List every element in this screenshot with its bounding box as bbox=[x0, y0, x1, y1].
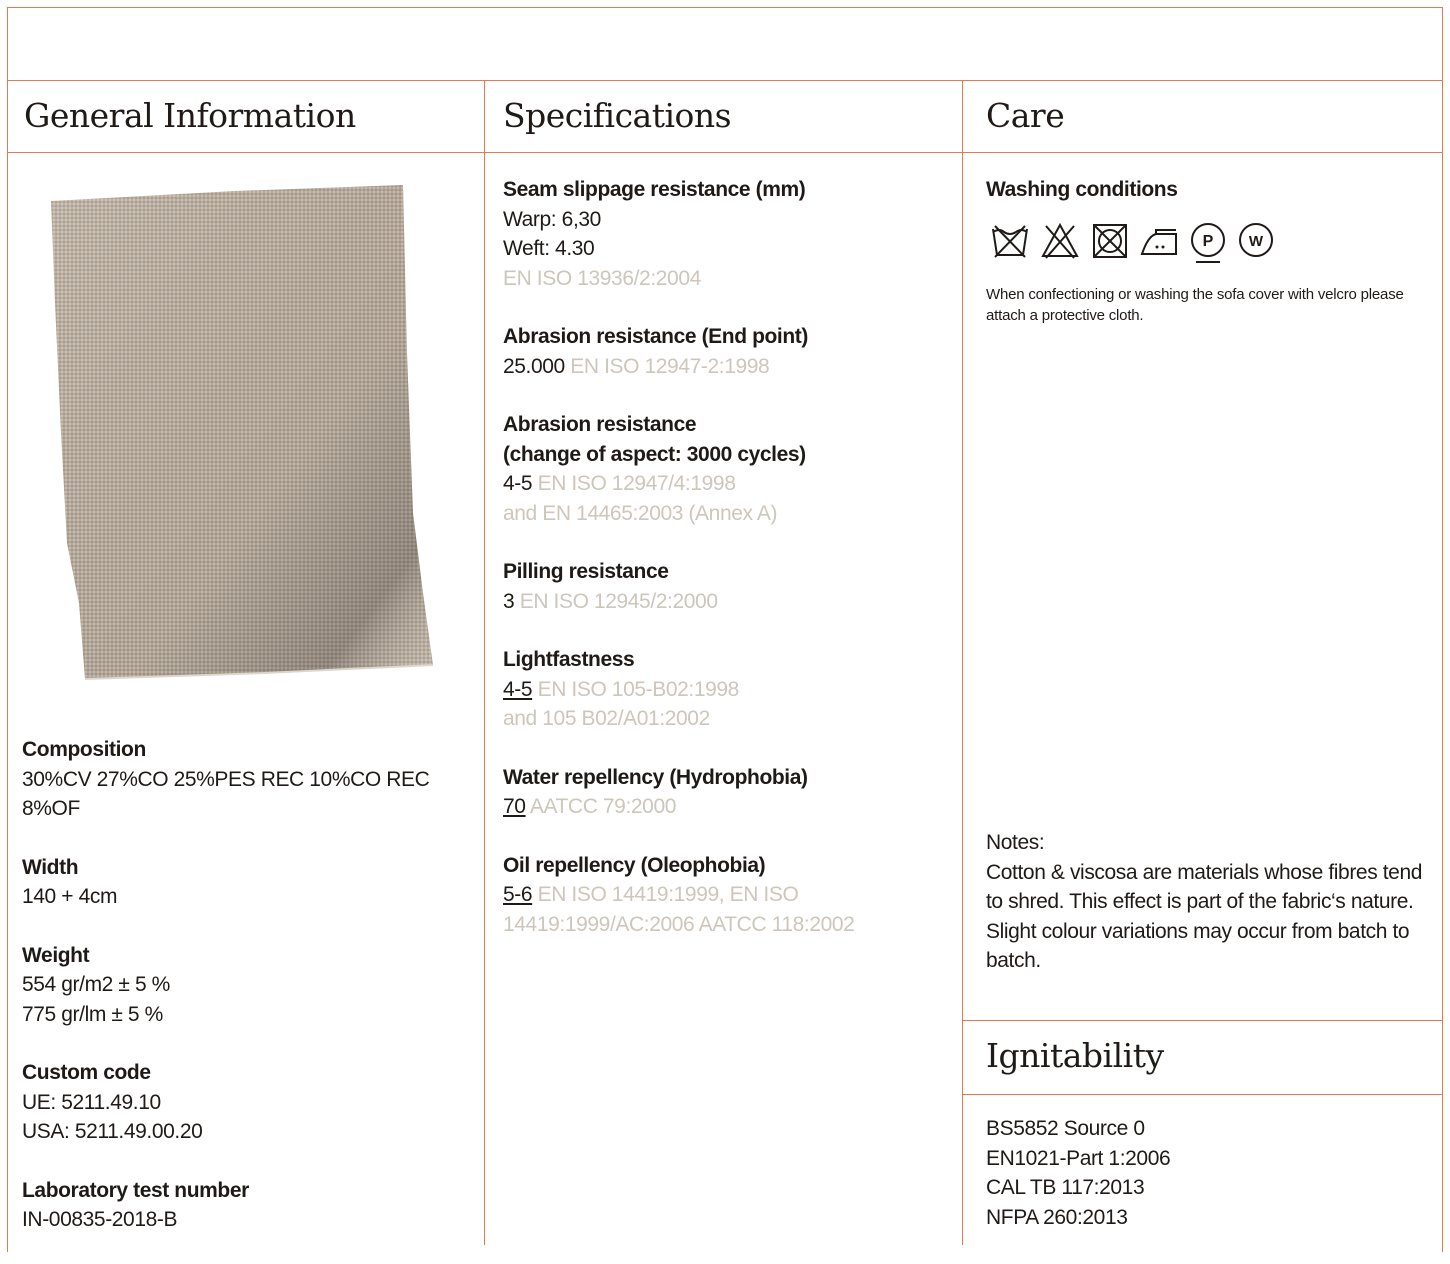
lightfastness-standard-2: and 105 B02/A01:2002 bbox=[503, 707, 710, 730]
do-not-wash-icon bbox=[992, 225, 1028, 258]
specifications-list: Seam slippage resistance (mm) Warp: 6,30… bbox=[503, 175, 948, 968]
column-divider-2 bbox=[962, 80, 963, 1245]
dry-clean-letter: P bbox=[1203, 233, 1214, 250]
ignitability-item: NFPA 260:2013 bbox=[986, 1205, 1128, 1229]
weight-value-1: 554 gr/m2 ± 5 % bbox=[22, 973, 170, 996]
do-not-tumble-dry-icon bbox=[1093, 224, 1127, 258]
lab-test-value: IN-00835-2018-B bbox=[22, 1208, 178, 1231]
abrasion-aspect-standard-2: and EN 14465:2003 (Annex A) bbox=[503, 501, 778, 525]
pilling-standard: EN ISO 12945/2:2000 bbox=[519, 589, 718, 613]
weight-value-2: 775 gr/lm ± 5 % bbox=[22, 1002, 163, 1026]
width-value: 140 + 4cm bbox=[22, 885, 118, 908]
washing-conditions: Washing conditions bbox=[986, 175, 1431, 205]
custom-code-label: Custom code bbox=[22, 1061, 151, 1084]
ignitability-heading: Ignitability bbox=[986, 1036, 1164, 1075]
velcro-note: When confectioning or washing the sofa c… bbox=[986, 286, 1404, 324]
ignitability-item: EN1021-Part 1:2006 bbox=[986, 1146, 1171, 1170]
composition-value: 30%CV 27%CO 25%PES REC 10%CO REC 8%OF bbox=[22, 767, 430, 821]
notes-fibres: Cotton & viscosa are materials whose fib… bbox=[986, 860, 1423, 914]
ignitability-top-divider bbox=[962, 1020, 1443, 1021]
care-heading: Care bbox=[986, 96, 1065, 135]
water-repellency-value: 70 bbox=[503, 795, 526, 818]
oil-repellency-value: 5-6 bbox=[503, 883, 533, 906]
fabric-swatch-image bbox=[51, 185, 434, 680]
wet-clean-w-icon: W bbox=[1239, 223, 1273, 257]
pilling-value: 3 bbox=[503, 589, 515, 613]
ignitability-item: CAL TB 117:2013 bbox=[986, 1176, 1145, 1199]
abrasion-aspect-label-1: Abrasion resistance bbox=[503, 413, 697, 436]
care-notes: Notes: Cotton & viscosa are materials wh… bbox=[986, 828, 1431, 976]
abrasion-aspect-label-2: (change of aspect: 3000 cycles) bbox=[503, 442, 806, 466]
general-details: Composition 30%CV 27%CO 25%PES REC 10%CO… bbox=[22, 735, 472, 1264]
washing-conditions-label: Washing conditions bbox=[986, 178, 1178, 201]
composition-label: Composition bbox=[22, 738, 146, 761]
oil-repellency-standard-2: 14419:1999/AC:2006 AATCC 118:2002 bbox=[503, 912, 855, 936]
wet-clean-letter: W bbox=[1249, 233, 1264, 250]
lightfastness-standard-1: EN ISO 105-B02:1998 bbox=[537, 677, 740, 701]
lightfastness-label: Lightfastness bbox=[503, 648, 635, 671]
water-repellency-standard: AATCC 79:2000 bbox=[529, 795, 677, 818]
general-information-heading: General Information bbox=[24, 96, 356, 135]
column-divider-1 bbox=[484, 80, 485, 1245]
weight-label: Weight bbox=[22, 943, 90, 967]
abrasion-end-label: Abrasion resistance (End point) bbox=[503, 325, 808, 348]
oil-repellency-standard-1: EN ISO 14419:1999, EN ISO bbox=[537, 883, 799, 906]
do-not-bleach-icon bbox=[1041, 222, 1079, 259]
seam-weft: Weft: 4.30 bbox=[503, 237, 595, 260]
abrasion-aspect-standard-1: EN ISO 12947/4:1998 bbox=[537, 472, 736, 495]
oil-repellency-label: Oil repellency (Oleophobia) bbox=[503, 853, 766, 877]
abrasion-end-value: 25.000 bbox=[503, 354, 565, 378]
custom-code-ue: UE: 5211.49.10 bbox=[22, 1090, 161, 1114]
lightfastness-value: 4-5 bbox=[503, 677, 533, 701]
dry-clean-p-gentle-icon: P bbox=[1191, 223, 1225, 263]
custom-code-usa: USA: 5211.49.00.20 bbox=[22, 1120, 203, 1143]
iron-low-icon bbox=[1140, 229, 1177, 255]
abrasion-end-standard: EN ISO 12947-2:1998 bbox=[570, 354, 770, 378]
heading-divider bbox=[7, 152, 1443, 153]
header-divider bbox=[7, 80, 1443, 81]
seam-warp: Warp: 6,30 bbox=[503, 207, 601, 231]
ignitability-item: BS5852 Source 0 bbox=[986, 1117, 1145, 1140]
specifications-heading: Specifications bbox=[503, 96, 732, 135]
water-repellency-label: Water repellency (Hydrophobia) bbox=[503, 765, 808, 789]
seam-label: Seam slippage resistance (mm) bbox=[503, 178, 806, 201]
seam-standard: EN ISO 13936/2:2004 bbox=[503, 266, 701, 290]
notes-title: Notes: bbox=[986, 831, 1045, 854]
lab-test-label: Laboratory test number bbox=[22, 1178, 249, 1202]
width-label: Width bbox=[22, 855, 79, 879]
ignitability-bottom-divider bbox=[962, 1094, 1443, 1095]
pilling-label: Pilling resistance bbox=[503, 560, 669, 583]
ignitability-list: BS5852 Source 0 EN1021-Part 1:2006 CAL T… bbox=[986, 1114, 1431, 1232]
abrasion-aspect-value: 4-5 bbox=[503, 472, 533, 495]
notes-colour: Slight colour variations may occur from … bbox=[986, 919, 1410, 973]
